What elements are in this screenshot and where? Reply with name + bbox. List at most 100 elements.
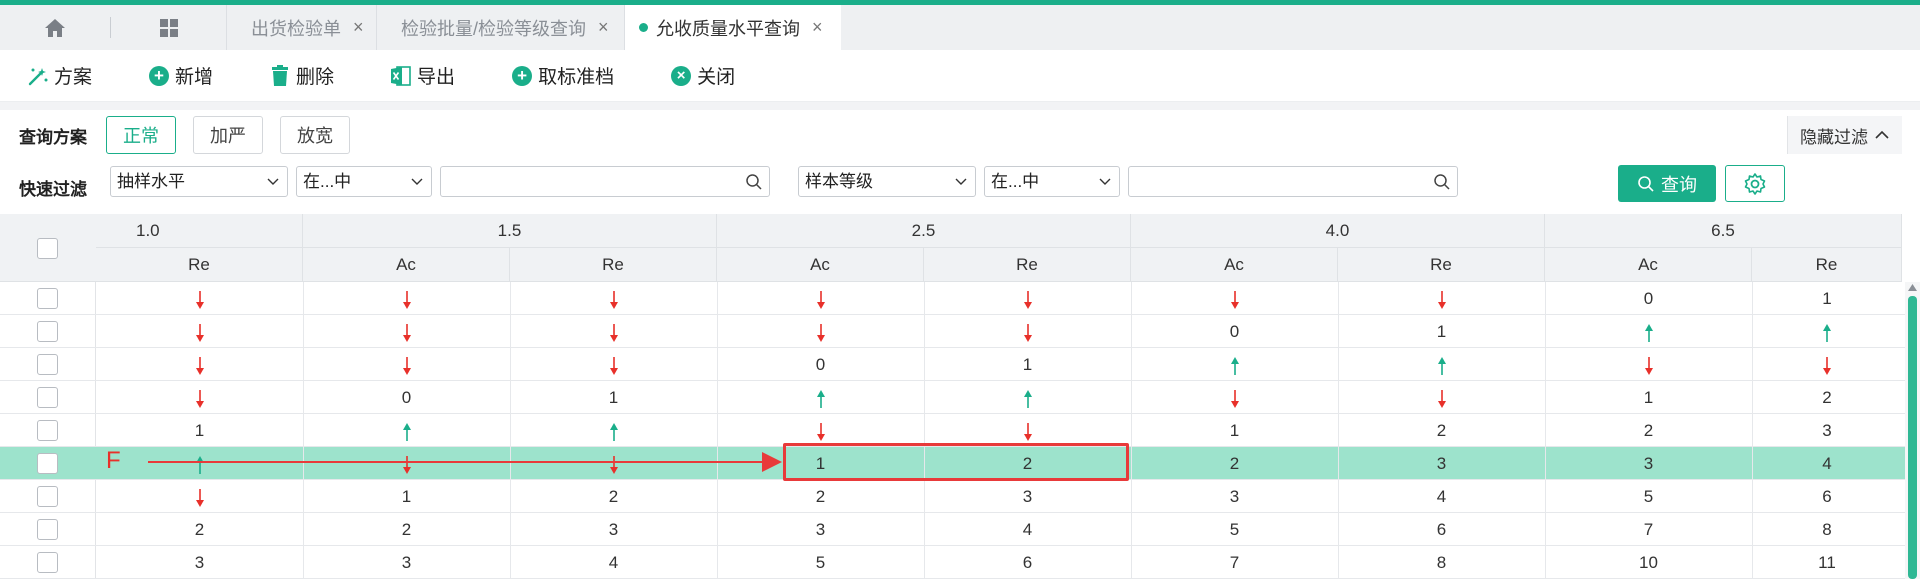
row-checkbox[interactable] (37, 387, 58, 408)
table-cell[interactable]: 2 (1338, 414, 1545, 447)
tab-aql-query[interactable]: 允收质量水平查询 × (624, 5, 841, 50)
table-cell[interactable] (303, 447, 510, 480)
table-row[interactable]: 12233456 (0, 480, 1920, 513)
table-cell[interactable] (510, 315, 717, 348)
table-cell[interactable] (510, 414, 717, 447)
table-cell[interactable] (717, 315, 924, 348)
table-cell[interactable]: 0 (1545, 282, 1752, 315)
table-cell[interactable] (96, 348, 303, 381)
table-cell[interactable] (303, 315, 510, 348)
table-cell[interactable]: 3 (924, 480, 1131, 513)
filter-field-select-1[interactable]: 抽样水平 (110, 166, 288, 197)
header-sub-cell[interactable]: Ac (1131, 248, 1338, 282)
table-cell[interactable]: 1 (96, 414, 303, 447)
table-cell[interactable] (303, 414, 510, 447)
table-cell[interactable] (96, 282, 303, 315)
table-row[interactable]: 0112 (0, 381, 1920, 414)
table-row[interactable]: 3 3 4 5 6 7 8 10 11 (0, 546, 1920, 579)
header-sub-cell[interactable]: Ac (303, 248, 510, 282)
header-sub-cell[interactable]: Re (1338, 248, 1545, 282)
table-cell[interactable] (924, 315, 1131, 348)
row-checkbox[interactable] (37, 519, 58, 540)
row-checkbox[interactable] (37, 552, 58, 573)
vertical-scrollbar[interactable] (1905, 282, 1920, 579)
table-cell[interactable]: 2 (1131, 447, 1338, 480)
row-checkbox[interactable] (37, 354, 58, 375)
table-cell[interactable] (96, 315, 303, 348)
filter-operator-select-2[interactable]: 在...中 (984, 166, 1120, 197)
table-cell[interactable] (1338, 348, 1545, 381)
row-checkbox[interactable] (37, 420, 58, 441)
table-cell[interactable] (1545, 315, 1752, 348)
table-cell[interactable] (1131, 381, 1338, 414)
table-cell[interactable] (924, 282, 1131, 315)
filter-operator-select-1[interactable]: 在...中 (296, 166, 432, 197)
table-cell[interactable]: 1 (924, 348, 1131, 381)
table-cell[interactable] (1131, 348, 1338, 381)
scheme-option-normal[interactable]: 正常 (106, 116, 176, 154)
table-cell[interactable] (717, 282, 924, 315)
header-sub-cell[interactable]: Re (924, 248, 1131, 282)
tab-inspection-batch[interactable]: 检验批量/检验等级查询 × (376, 5, 624, 50)
settings-button[interactable] (1725, 165, 1785, 202)
table-cell[interactable]: 1 (1131, 414, 1338, 447)
table-cell[interactable]: 6 (1338, 513, 1545, 546)
row-checkbox[interactable] (37, 453, 58, 474)
table-cell[interactable]: 3 (1131, 480, 1338, 513)
table-cell[interactable]: 1 (1545, 381, 1752, 414)
table-cell[interactable] (510, 282, 717, 315)
table-cell[interactable]: 3 (510, 513, 717, 546)
add-button[interactable]: + 新增 (148, 62, 213, 89)
close-icon[interactable]: × (812, 17, 823, 38)
table-cell[interactable]: 7 (1545, 513, 1752, 546)
table-cell[interactable]: 0 (1131, 315, 1338, 348)
header-sub-cell[interactable]: Ac (717, 248, 924, 282)
table-cell[interactable]: 0 (717, 348, 924, 381)
table-cell[interactable]: 3 (96, 546, 303, 579)
table-cell[interactable]: 4 (924, 513, 1131, 546)
table-cell[interactable]: 4 (510, 546, 717, 579)
table-cell[interactable] (1752, 348, 1902, 381)
table-cell[interactable]: 8 (1338, 546, 1545, 579)
table-cell[interactable]: 6 (924, 546, 1131, 579)
table-cell[interactable]: 1 (303, 480, 510, 513)
table-cell[interactable] (1545, 348, 1752, 381)
header-sub-cell[interactable]: Re (510, 248, 717, 282)
table-cell[interactable]: 2 (96, 513, 303, 546)
select-all-checkbox[interactable] (37, 238, 58, 259)
table-cell[interactable]: 10 (1545, 546, 1752, 579)
table-cell[interactable] (303, 282, 510, 315)
table-cell[interactable]: 5 (1545, 480, 1752, 513)
apps-tab[interactable] (111, 5, 226, 50)
table-cell[interactable] (1338, 282, 1545, 315)
table-cell[interactable]: 3 (1545, 447, 1752, 480)
header-sub-cell[interactable]: Re (96, 248, 303, 282)
scrollbar-thumb[interactable] (1908, 296, 1917, 579)
table-cell[interactable]: 2 (1752, 381, 1902, 414)
table-cell[interactable] (1752, 315, 1902, 348)
table-cell[interactable]: 3 (303, 546, 510, 579)
close-button[interactable]: × 关闭 (670, 62, 735, 89)
search-icon[interactable] (1433, 173, 1451, 191)
table-cell[interactable]: 1 (510, 381, 717, 414)
scheme-option-tightened[interactable]: 加严 (193, 116, 263, 154)
table-cell[interactable]: 6 (1752, 480, 1902, 513)
table-cell[interactable]: 3 (717, 513, 924, 546)
header-sub-cell[interactable]: Re (1752, 248, 1902, 282)
scheme-option-reduced[interactable]: 放宽 (280, 116, 350, 154)
table-cell[interactable]: 8 (1752, 513, 1902, 546)
row-checkbox[interactable] (37, 288, 58, 309)
table-cell[interactable] (96, 480, 303, 513)
table-cell[interactable]: 11 (1752, 546, 1902, 579)
table-cell[interactable]: 2 (303, 513, 510, 546)
table-cell[interactable] (303, 348, 510, 381)
table-cell[interactable]: 2 (717, 480, 924, 513)
table-cell[interactable]: 7 (1131, 546, 1338, 579)
scheme-button[interactable]: 方案 (27, 62, 92, 89)
table-cell[interactable] (717, 381, 924, 414)
table-cell[interactable]: 5 (1131, 513, 1338, 546)
query-button[interactable]: 查询 (1618, 165, 1716, 202)
export-button[interactable]: 导出 (390, 62, 455, 89)
filter-field-select-2[interactable]: 样本等级 (798, 166, 976, 197)
table-cell[interactable] (96, 447, 303, 480)
